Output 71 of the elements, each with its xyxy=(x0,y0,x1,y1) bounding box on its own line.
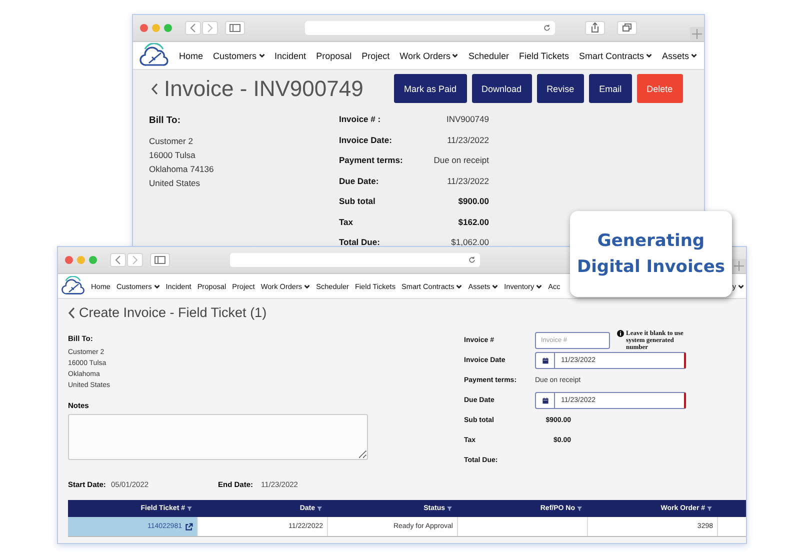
chevron-down-icon xyxy=(154,284,160,288)
sidebar-icon[interactable] xyxy=(150,253,170,267)
address-line: 16000 Tulsa xyxy=(149,149,196,162)
detail-label: Sub total xyxy=(339,195,376,208)
action-button[interactable]: Download xyxy=(472,74,532,103)
nav-item[interactable]: Customers xyxy=(213,50,265,60)
detail-label: Payment terms: xyxy=(339,154,404,167)
chevron-down-icon xyxy=(258,53,265,58)
nav-item[interactable]: Smart Contracts xyxy=(579,50,652,60)
detail-label: Total Due: xyxy=(339,236,381,249)
page-title: Invoice - INV900749 xyxy=(164,76,364,102)
chevron-down-icon xyxy=(738,284,744,288)
filter-icon[interactable] xyxy=(317,506,322,511)
chevron-down-icon xyxy=(691,53,698,58)
address-line: United States xyxy=(149,177,202,190)
filter-icon[interactable] xyxy=(447,506,452,511)
back-icon[interactable] xyxy=(68,306,75,318)
detail-value: $1,062.00 xyxy=(451,236,489,249)
bill-to-label: Bill To: xyxy=(149,115,182,126)
share-icon[interactable] xyxy=(585,21,605,35)
calendar-icon[interactable] xyxy=(542,356,548,364)
sidebar-icon[interactable] xyxy=(225,21,245,35)
nav-item[interactable]: Field Tickets xyxy=(518,50,569,60)
action-button[interactable]: Email xyxy=(589,74,632,103)
chevron-down-icon xyxy=(536,284,542,288)
filter-icon[interactable] xyxy=(707,506,712,511)
detail-value: 11/23/2022 xyxy=(447,174,489,188)
tabs-icon[interactable] xyxy=(617,21,637,35)
logo-icon[interactable] xyxy=(61,276,85,296)
address-line: Customer 2 xyxy=(149,135,194,148)
reload-icon[interactable] xyxy=(468,256,476,264)
detail-label: Due Date: xyxy=(339,174,380,188)
chevron-down-icon xyxy=(646,53,652,58)
chevron-down-icon xyxy=(304,284,310,288)
detail-value: $900.00 xyxy=(458,195,489,208)
nav-item[interactable]: Proposal xyxy=(316,50,352,60)
chevron-down-icon xyxy=(452,53,458,58)
page-title: Create Invoice - Field Ticket (1) xyxy=(79,305,267,320)
back-button[interactable] xyxy=(110,253,126,267)
callout-text: Generating Digital Invoices xyxy=(576,230,726,279)
filter-icon[interactable] xyxy=(187,506,192,511)
address-line: Oklahoma 74136 xyxy=(149,163,215,176)
detail-value: INV900749 xyxy=(446,113,489,126)
nav-item[interactable]: Home xyxy=(179,50,204,60)
reload-icon[interactable] xyxy=(543,24,551,32)
close-button[interactable] xyxy=(65,256,73,264)
info-icon xyxy=(617,330,624,336)
notes-field[interactable] xyxy=(68,414,368,460)
back-icon[interactable] xyxy=(151,82,158,94)
chevron-down-icon xyxy=(492,284,498,288)
back-button[interactable] xyxy=(185,21,201,35)
nav-item[interactable]: Project xyxy=(362,50,390,60)
detail-label: Tax xyxy=(339,216,354,228)
logo-icon[interactable] xyxy=(139,42,169,68)
external-link-icon[interactable] xyxy=(185,522,193,530)
calendar-icon[interactable] xyxy=(542,396,548,404)
detail-label: Invoice # : xyxy=(339,113,382,126)
nav-item[interactable]: Assets xyxy=(662,50,698,60)
detail-value: Due on receipt xyxy=(434,154,489,167)
nav-item[interactable]: Work Orders xyxy=(400,50,458,60)
action-button[interactable]: Delete xyxy=(636,74,683,103)
action-button[interactable]: Mark as Paid xyxy=(394,74,467,103)
detail-label: Invoice Date: xyxy=(339,134,393,146)
close-button[interactable] xyxy=(140,24,148,32)
action-button[interactable]: Revise xyxy=(536,74,584,103)
detail-value: $162.00 xyxy=(458,216,489,228)
nav-item[interactable]: Scheduler xyxy=(468,50,509,60)
detail-value: 11/23/2022 xyxy=(447,134,489,146)
chevron-down-icon xyxy=(456,284,462,288)
nav-item[interactable]: Incident xyxy=(274,50,306,60)
filter-icon[interactable] xyxy=(577,506,582,511)
